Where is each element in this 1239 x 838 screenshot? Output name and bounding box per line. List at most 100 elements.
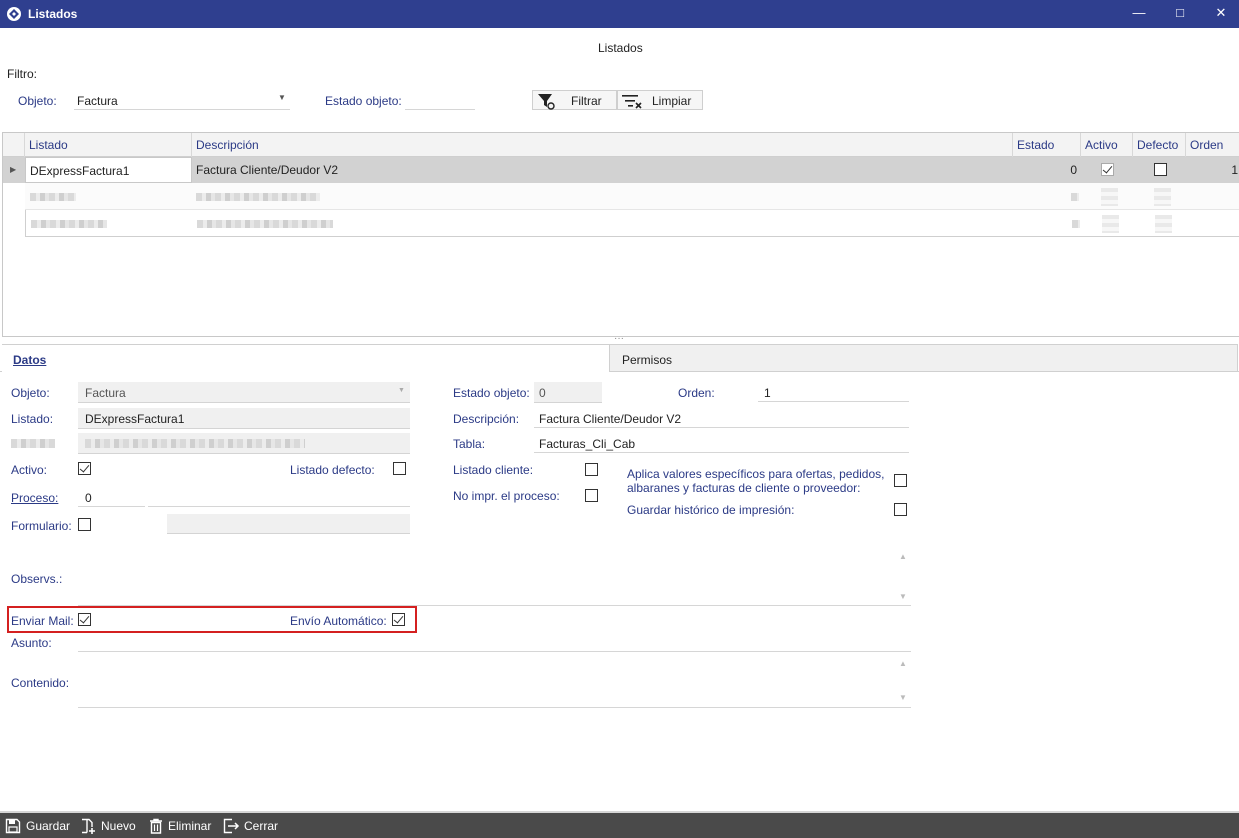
form-enviar-mail-checkbox[interactable]: [78, 613, 91, 626]
filter-estado-input[interactable]: [405, 88, 475, 110]
guardar-label: Guardar: [26, 819, 71, 833]
redacted-text: [1071, 193, 1079, 201]
cell-orden[interactable]: 1: [1186, 157, 1239, 183]
scroll-up-icon[interactable]: ▲: [899, 659, 907, 668]
form-orden-label: Orden:: [678, 386, 715, 400]
nuevo-label: Nuevo: [101, 819, 136, 833]
table-row-redacted[interactable]: [25, 210, 1239, 237]
tab-permisos[interactable]: Permisos: [610, 344, 1238, 371]
splitter-handle[interactable]: ···: [614, 334, 624, 344]
save-icon: [5, 818, 21, 834]
cell-descripcion[interactable]: Factura Cliente/Deudor V2: [192, 157, 1013, 183]
trash-icon: [150, 818, 162, 834]
close-window-button[interactable]: ✕: [1206, 4, 1236, 24]
form-listado-defecto-label: Listado defecto:: [290, 463, 375, 477]
form-no-impr-checkbox[interactable]: [585, 489, 598, 502]
scroll-down-icon[interactable]: ▼: [899, 693, 907, 702]
tab-datos-label: Datos: [13, 353, 47, 367]
form-tabla-label: Tabla:: [453, 437, 486, 451]
cell-estado[interactable]: 0: [1013, 157, 1079, 183]
form-aplica-checkbox[interactable]: [894, 474, 907, 487]
form-asunto-input[interactable]: [78, 633, 911, 652]
clear-filter-icon: [622, 95, 642, 109]
minimize-button[interactable]: —: [1124, 4, 1154, 24]
form-formulario-checkbox[interactable]: [78, 518, 91, 531]
redacted-label: [11, 439, 55, 448]
maximize-button[interactable]: □: [1165, 4, 1195, 24]
form-guardar-historico-checkbox[interactable]: [894, 503, 907, 516]
filter-objeto-value: Factura: [77, 94, 118, 108]
filter-objeto-select[interactable]: Factura ▼: [74, 88, 290, 110]
row-selector-icon: ▶: [10, 165, 17, 174]
column-header-orden[interactable]: Orden: [1186, 133, 1239, 157]
form-objeto-select[interactable]: Factura ▼: [78, 382, 410, 403]
chevron-down-icon: ▼: [278, 93, 286, 102]
redacted-text: [30, 193, 76, 201]
scroll-up-icon[interactable]: ▲: [899, 552, 907, 561]
form-activo-checkbox[interactable]: [78, 462, 91, 475]
cell-listado[interactable]: DExpressFactura1: [25, 157, 192, 183]
tab-bar: Datos Permisos: [0, 344, 1239, 372]
form-listado-cliente-label: Listado cliente:: [453, 463, 534, 477]
filter-label: Filtro:: [7, 67, 37, 81]
cell-activo-checkbox[interactable]: [1101, 163, 1114, 176]
app-logo-icon: [7, 7, 21, 21]
exit-icon: [223, 818, 240, 834]
filter-refresh-icon: [538, 94, 555, 110]
listados-grid: Listado Descripción Estado Activo Defect…: [2, 132, 1239, 337]
redacted-checkbox: [1101, 188, 1118, 206]
page-title: Listados: [598, 41, 643, 55]
form-listado-cliente-checkbox[interactable]: [585, 463, 598, 476]
redacted-checkbox: [1154, 188, 1171, 206]
form-formulario-label: Formulario:: [11, 519, 72, 533]
form-contenido-textarea[interactable]: ▲ ▼: [78, 653, 911, 708]
tab-permisos-label: Permisos: [622, 353, 673, 367]
column-header-descripcion[interactable]: Descripción: [192, 133, 1013, 157]
form-contenido-label: Contenido:: [11, 676, 70, 690]
form-observs-textarea[interactable]: ▲ ▼: [78, 548, 911, 606]
form-formulario-input[interactable]: [167, 514, 410, 534]
form-estado-objeto-input[interactable]: 0: [534, 382, 602, 403]
filtrar-button[interactable]: Filtrar: [532, 90, 617, 110]
filtrar-label: Filtrar: [571, 94, 602, 108]
form-tabla-value: Facturas_Cli_Cab: [539, 437, 636, 451]
form-objeto-label: Objeto:: [11, 386, 50, 400]
redacted-checkbox: [1155, 215, 1172, 233]
form-orden-input[interactable]: 1: [758, 381, 909, 402]
scroll-down-icon[interactable]: ▼: [899, 592, 907, 601]
form-descripcion-input[interactable]: Factura Cliente/Deudor V2: [534, 407, 909, 428]
table-row-redacted[interactable]: [25, 183, 1239, 210]
redacted-text: [31, 220, 107, 228]
cell-defecto-checkbox[interactable]: [1154, 163, 1167, 176]
form-envio-auto-checkbox[interactable]: [392, 613, 405, 626]
column-header-defecto[interactable]: Defecto: [1133, 133, 1186, 157]
form-proceso-input[interactable]: 0: [78, 486, 145, 507]
limpiar-label: Limpiar: [652, 94, 692, 108]
redacted-input[interactable]: [78, 433, 410, 454]
title-bar: Listados — □ ✕: [0, 0, 1239, 28]
form-proceso-value: 0: [85, 491, 92, 505]
form-no-impr-label: No impr. el proceso:: [453, 489, 560, 503]
form-descripcion-label: Descripción:: [453, 412, 520, 426]
column-header-estado[interactable]: Estado: [1013, 133, 1081, 157]
form-proceso-desc-input[interactable]: [148, 486, 410, 507]
cerrar-label: Cerrar: [244, 819, 279, 833]
column-header-activo[interactable]: Activo: [1081, 133, 1133, 157]
form-descripcion-value: Factura Cliente/Deudor V2: [539, 412, 682, 426]
form-enviar-mail-label: Enviar Mail:: [11, 614, 74, 628]
redacted-text: [1072, 220, 1080, 228]
limpiar-button[interactable]: Limpiar: [617, 90, 703, 110]
form-aplica-label: Aplica valores específicos para ofertas,…: [627, 467, 884, 495]
form-listado-label: Listado:: [11, 412, 54, 426]
redacted-text: [196, 193, 320, 201]
form-proceso-link[interactable]: Proceso:: [11, 491, 58, 505]
form-listado-defecto-checkbox[interactable]: [393, 462, 406, 475]
column-header-listado[interactable]: Listado: [25, 133, 192, 157]
form-objeto-value: Factura: [85, 386, 126, 400]
tab-datos[interactable]: Datos: [2, 344, 610, 372]
form-tabla-input[interactable]: Facturas_Cli_Cab: [534, 432, 909, 453]
table-row[interactable]: ▶ DExpressFactura1 Factura Cliente/Deudo…: [3, 157, 1239, 183]
form-activo-label: Activo:: [11, 463, 48, 477]
new-document-icon: [82, 818, 95, 834]
form-listado-input[interactable]: DExpressFactura1: [78, 408, 410, 429]
